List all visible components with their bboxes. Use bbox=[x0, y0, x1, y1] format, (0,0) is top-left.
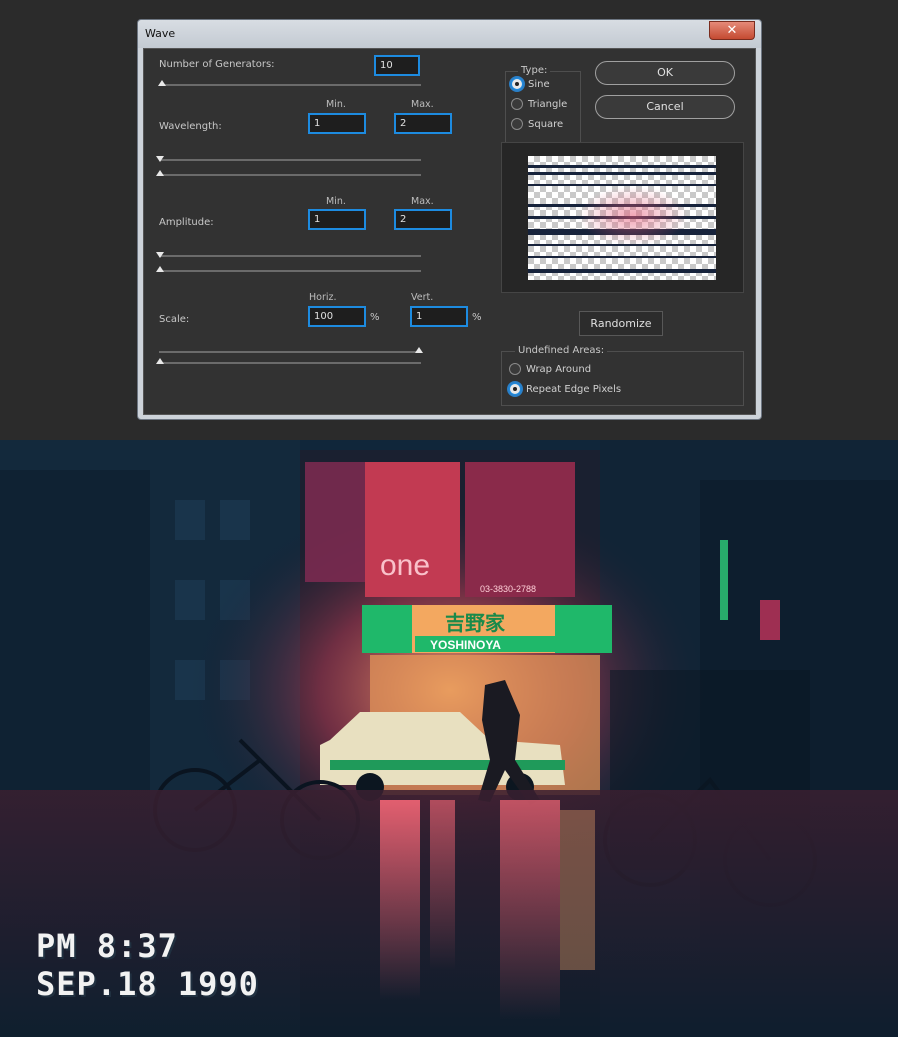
repeat-edge-pixels-option[interactable]: Repeat Edge Pixels bbox=[509, 383, 621, 395]
generators-label: Number of Generators: bbox=[159, 59, 275, 70]
cancel-button[interactable]: Cancel bbox=[595, 95, 735, 119]
vhs-time: PM 8:37 bbox=[36, 927, 178, 965]
close-button[interactable]: ✕ bbox=[709, 21, 755, 40]
scale-vert-slider-track[interactable] bbox=[159, 362, 421, 364]
undefined-areas-group: Undefined Areas: bbox=[501, 345, 744, 406]
scale-vert-header: Vert. bbox=[411, 292, 434, 303]
randomize-button[interactable]: Randomize bbox=[579, 311, 663, 336]
sign-one-text: one bbox=[380, 549, 430, 582]
type-sine-option[interactable]: Sine bbox=[511, 78, 550, 90]
undefined-areas-legend: Undefined Areas: bbox=[515, 345, 608, 356]
sign-store-text: 吉野家 bbox=[445, 611, 506, 635]
close-icon: ✕ bbox=[726, 23, 738, 38]
wavelength-label: Wavelength: bbox=[159, 121, 222, 132]
amplitude-max-input[interactable] bbox=[394, 209, 452, 230]
repeat-edge-pixels-label: Repeat Edge Pixels bbox=[526, 383, 622, 395]
wavelength-min-input[interactable] bbox=[308, 113, 366, 134]
wrap-around-option[interactable]: Wrap Around bbox=[509, 363, 591, 375]
type-triangle-label: Triangle bbox=[528, 98, 568, 110]
amplitude-max-header: Max. bbox=[411, 196, 434, 207]
scale-horiz-slider-track[interactable] bbox=[159, 351, 421, 353]
wavelength-max-header: Max. bbox=[411, 99, 434, 110]
generators-slider-thumb[interactable] bbox=[158, 80, 166, 86]
preview-panel bbox=[501, 142, 744, 293]
scale-horiz-input[interactable] bbox=[308, 306, 366, 327]
canvas-photo: one 03-3830-2788 吉野家 YOSHINOYA PM 8:37 S… bbox=[0, 440, 898, 1037]
amplitude-label: Amplitude: bbox=[159, 217, 214, 228]
type-square-radio[interactable] bbox=[511, 118, 523, 130]
wavelength-min-slider-thumb[interactable] bbox=[156, 156, 164, 162]
wrap-around-radio[interactable] bbox=[509, 363, 521, 375]
dialog-title: Wave bbox=[145, 27, 176, 40]
amplitude-max-slider-track[interactable] bbox=[159, 270, 421, 272]
sign-brand-text: YOSHINOYA bbox=[430, 638, 501, 652]
vhs-date: SEP.18 1990 bbox=[36, 965, 259, 1003]
scale-horiz-unit: % bbox=[370, 312, 380, 323]
dialog-content: Number of Generators: Min. Max. Waveleng… bbox=[143, 48, 756, 415]
wave-preview-image[interactable] bbox=[528, 156, 716, 280]
wrap-around-label: Wrap Around bbox=[526, 363, 592, 375]
amplitude-min-slider-track[interactable] bbox=[159, 255, 421, 257]
generators-input[interactable] bbox=[374, 55, 420, 76]
type-square-option[interactable]: Square bbox=[511, 118, 563, 130]
amplitude-min-header: Min. bbox=[326, 196, 346, 207]
wavelength-min-slider-track[interactable] bbox=[159, 159, 421, 161]
wavelength-max-slider-track[interactable] bbox=[159, 174, 421, 176]
amplitude-min-input[interactable] bbox=[308, 209, 366, 230]
scale-vert-unit: % bbox=[472, 312, 482, 323]
type-square-label: Square bbox=[528, 118, 564, 130]
scale-vert-input[interactable] bbox=[410, 306, 468, 327]
scale-label: Scale: bbox=[159, 314, 190, 325]
sign-phone-text: 03-3830-2788 bbox=[480, 584, 536, 594]
scale-horiz-slider-thumb[interactable] bbox=[415, 347, 423, 353]
type-sine-label: Sine bbox=[528, 78, 550, 90]
generators-slider-track[interactable] bbox=[159, 84, 421, 86]
wavelength-max-input[interactable] bbox=[394, 113, 452, 134]
type-triangle-radio[interactable] bbox=[511, 98, 523, 110]
ok-button[interactable]: OK bbox=[595, 61, 735, 85]
wavelength-min-header: Min. bbox=[326, 99, 346, 110]
repeat-edge-pixels-radio[interactable] bbox=[509, 383, 521, 395]
amplitude-max-slider-thumb[interactable] bbox=[156, 266, 164, 272]
scale-horiz-header: Horiz. bbox=[309, 292, 337, 303]
scale-vert-slider-thumb[interactable] bbox=[156, 358, 164, 364]
amplitude-min-slider-thumb[interactable] bbox=[156, 252, 164, 258]
type-triangle-option[interactable]: Triangle bbox=[511, 98, 567, 110]
dialog-titlebar[interactable]: Wave ✕ bbox=[138, 20, 761, 48]
type-sine-radio[interactable] bbox=[511, 78, 523, 90]
wavelength-max-slider-thumb[interactable] bbox=[156, 170, 164, 176]
wave-dialog: Wave ✕ Number of Generators: Min. Max. W… bbox=[137, 19, 762, 420]
type-legend: Type: bbox=[518, 65, 551, 76]
